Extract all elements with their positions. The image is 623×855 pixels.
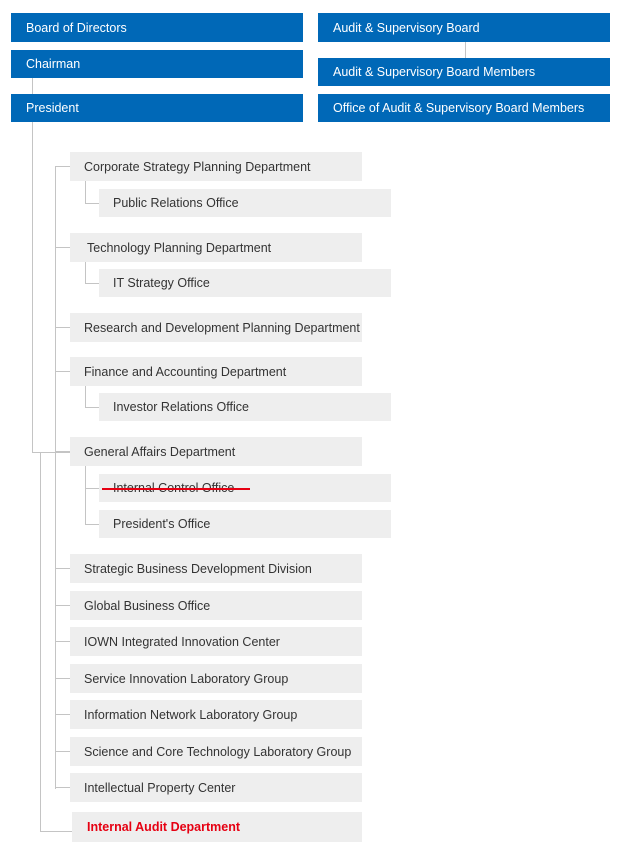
- strikethrough-mark: [102, 488, 250, 490]
- department-branch: [55, 166, 70, 167]
- sub-branch: [85, 524, 99, 525]
- audit-members-label: Audit & Supervisory Board Members: [333, 65, 536, 79]
- department-box: Finance and Accounting Department: [70, 357, 362, 386]
- department-box: Research and Development Planning Depart…: [70, 313, 362, 342]
- department-trunk: [55, 166, 56, 789]
- department-branch: [55, 568, 70, 569]
- audit-connector: [465, 42, 466, 58]
- chairman-president-connector: [32, 78, 33, 94]
- audit-trunk: [40, 452, 41, 832]
- sub-connector: [85, 181, 86, 203]
- president-box: President: [11, 94, 303, 122]
- department-label: General Affairs Department: [84, 444, 236, 459]
- department-label: Corporate Strategy Planning Department: [84, 159, 311, 174]
- department-box: Technology Planning Department: [70, 233, 362, 262]
- audit-board-box: Audit & Supervisory Board: [318, 13, 610, 42]
- department-box: Strategic Business Development Division: [70, 554, 362, 583]
- department-label: Science and Core Technology Laboratory G…: [84, 744, 352, 759]
- department-label: Service Innovation Laboratory Group: [84, 671, 289, 686]
- audit-branch: [40, 831, 72, 832]
- department-box: Science and Core Technology Laboratory G…: [70, 737, 362, 766]
- office-box: Public Relations Office: [99, 189, 391, 217]
- sub-branch: [85, 488, 99, 489]
- department-box: Global Business Office: [70, 591, 362, 620]
- audit-members-box: Audit & Supervisory Board Members: [318, 58, 610, 86]
- chairman-box: Chairman: [11, 50, 303, 78]
- department-branch: [55, 678, 70, 679]
- department-label: Strategic Business Development Division: [84, 561, 312, 576]
- office-box: Investor Relations Office: [99, 393, 391, 421]
- department-label: Finance and Accounting Department: [84, 364, 287, 379]
- department-box: General Affairs Department: [70, 437, 362, 466]
- board-of-directors-label: Board of Directors: [26, 20, 127, 35]
- internal-audit-box: Internal Audit Department: [72, 812, 362, 842]
- department-branch: [55, 371, 70, 372]
- department-box: Corporate Strategy Planning Department: [70, 152, 362, 181]
- department-label: IOWN Integrated Innovation Center: [84, 634, 280, 649]
- office-label: IT Strategy Office: [113, 276, 210, 290]
- office-label: Investor Relations Office: [113, 400, 249, 414]
- department-box: IOWN Integrated Innovation Center: [70, 627, 362, 656]
- audit-office-label: Office of Audit & Supervisory Board Memb…: [333, 101, 585, 115]
- department-branch: [55, 247, 70, 248]
- department-box: Information Network Laboratory Group: [70, 700, 362, 729]
- audit-office-box: Office of Audit & Supervisory Board Memb…: [318, 94, 610, 122]
- sub-connector: [85, 466, 86, 524]
- department-branch: [55, 327, 70, 328]
- internal-audit-label: Internal Audit Department: [87, 820, 241, 834]
- department-branch: [55, 787, 70, 788]
- department-label: Research and Development Planning Depart…: [84, 320, 360, 335]
- department-box: Service Innovation Laboratory Group: [70, 664, 362, 693]
- department-branch: [55, 605, 70, 606]
- board-of-directors-box: Board of Directors: [11, 13, 303, 42]
- office-box: President's Office: [99, 510, 391, 538]
- office-box: IT Strategy Office: [99, 269, 391, 297]
- sub-branch: [85, 203, 99, 204]
- trunk-link: [32, 452, 70, 453]
- audit-board-label: Audit & Supervisory Board: [333, 20, 480, 35]
- sub-branch: [85, 283, 99, 284]
- department-label: Intellectual Property Center: [84, 780, 236, 795]
- president-label: President: [26, 101, 79, 115]
- sub-connector: [85, 262, 86, 283]
- department-label: Technology Planning Department: [87, 240, 272, 255]
- sub-branch: [85, 407, 99, 408]
- department-branch: [55, 714, 70, 715]
- president-trunk: [32, 122, 33, 453]
- sub-connector: [85, 386, 86, 407]
- office-label: Public Relations Office: [113, 196, 239, 210]
- department-branch: [55, 751, 70, 752]
- department-label: Global Business Office: [84, 598, 211, 613]
- department-branch: [55, 641, 70, 642]
- department-box: Intellectual Property Center: [70, 773, 362, 802]
- chairman-label: Chairman: [26, 57, 81, 71]
- office-label: President's Office: [113, 517, 211, 531]
- department-branch: [55, 451, 70, 452]
- department-label: Information Network Laboratory Group: [84, 707, 298, 722]
